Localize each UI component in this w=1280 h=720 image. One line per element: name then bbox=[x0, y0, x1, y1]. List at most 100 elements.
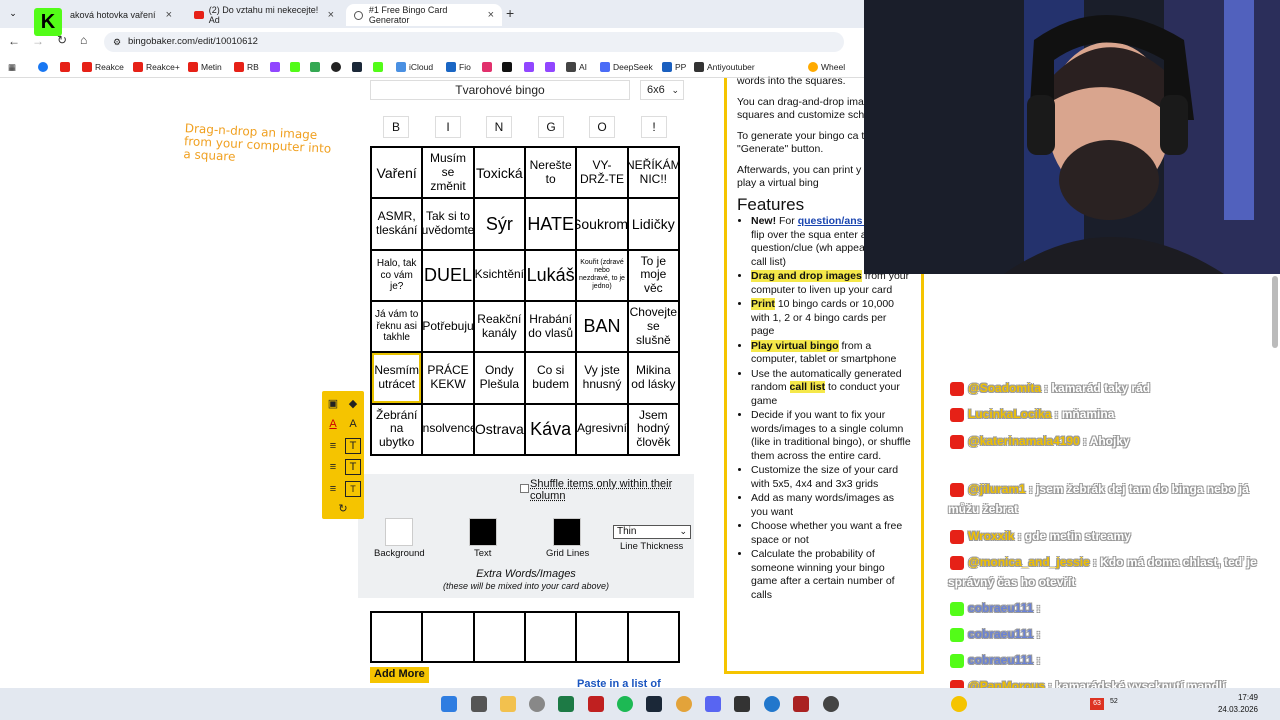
app-icon[interactable] bbox=[529, 696, 545, 712]
bingo-cell[interactable]: Insolvence bbox=[422, 403, 474, 455]
tab-1[interactable]: aková hotovka vaření × bbox=[50, 4, 180, 26]
align-center-icon[interactable]: ≡ bbox=[325, 459, 341, 475]
header-letter-i[interactable]: I bbox=[435, 116, 461, 138]
back-icon[interactable]: ← bbox=[8, 34, 20, 48]
bingo-cell[interactable]: Musím se změnit bbox=[422, 147, 474, 199]
app-icon[interactable] bbox=[471, 696, 487, 712]
close-icon[interactable]: × bbox=[166, 9, 172, 21]
site-info-icon[interactable]: ⚙ bbox=[113, 32, 121, 52]
scrollbar[interactable] bbox=[1272, 276, 1278, 348]
facebook-icon[interactable] bbox=[38, 60, 48, 74]
home-icon[interactable]: ⌂ bbox=[80, 33, 87, 47]
chat-username[interactable]: @jiluram1 bbox=[968, 482, 1026, 496]
bingo-cell[interactable]: Lidičky bbox=[627, 198, 679, 250]
discord-icon[interactable] bbox=[705, 696, 721, 712]
shuffle-checkbox[interactable] bbox=[520, 484, 529, 493]
bingo-cell[interactable]: Já vám to řeknu asi takhle bbox=[371, 300, 423, 353]
app-icon[interactable] bbox=[823, 696, 839, 712]
image-icon[interactable]: ▣ bbox=[325, 395, 341, 411]
tab-3[interactable]: #1 Free Bingo Card Generator × bbox=[346, 4, 502, 26]
text-size-medium-icon[interactable]: T bbox=[345, 459, 361, 475]
bingo-cell[interactable]: Ondy Plešula bbox=[473, 352, 525, 404]
bookmark-antiyoutuber[interactable]: Antiyoutuber bbox=[694, 60, 755, 74]
font-outline-icon[interactable]: A bbox=[345, 416, 361, 432]
extra-cell[interactable] bbox=[371, 612, 423, 662]
instagram-icon[interactable] bbox=[482, 60, 492, 74]
bookmark-deepseek[interactable]: DeepSeek bbox=[600, 60, 653, 74]
extra-cell[interactable] bbox=[422, 612, 474, 662]
tab-2[interactable]: (2) Do vztahu mi nekecejte! Ad × bbox=[186, 4, 342, 26]
align-left-icon[interactable]: ≡ bbox=[325, 438, 341, 454]
bingo-cell[interactable]: PRÁCE KEKW bbox=[422, 352, 474, 404]
bingo-cell[interactable]: Soukromí bbox=[576, 198, 628, 250]
url-field[interactable]: ⚙ bingobaker.com/edit/10010612 bbox=[104, 32, 844, 52]
header-letter-o[interactable]: O bbox=[589, 116, 615, 138]
spotify-icon[interactable] bbox=[617, 696, 633, 712]
chat-username[interactable]: cobraeu111 bbox=[968, 653, 1033, 667]
bingo-cell[interactable]: Nerešte to bbox=[524, 147, 577, 199]
new-tab-icon[interactable]: + bbox=[506, 5, 514, 21]
bookmark-icloud[interactable]: iCloud bbox=[396, 60, 433, 74]
paint-bucket-icon[interactable]: ◆ bbox=[345, 395, 361, 411]
text-size-large-icon[interactable]: T bbox=[345, 438, 361, 454]
app-icon[interactable] bbox=[734, 696, 750, 712]
kick-icon[interactable] bbox=[290, 60, 300, 74]
chat-username[interactable]: LucinkaLocika bbox=[968, 407, 1051, 421]
bookmark-icon[interactable] bbox=[545, 60, 555, 74]
gridlines-color-swatch[interactable] bbox=[553, 518, 581, 546]
close-icon[interactable]: × bbox=[488, 9, 494, 21]
card-title-input[interactable]: Tvarohové bingo bbox=[370, 80, 630, 100]
bingo-cell[interactable]: VY-DRŽ-TE bbox=[576, 147, 628, 199]
header-letter-exclaim[interactable]: ! bbox=[641, 116, 667, 138]
chat-username[interactable]: cobraeu111 bbox=[968, 627, 1033, 641]
bingo-cell[interactable]: Chovejte se slušně bbox=[627, 300, 679, 353]
extra-cell[interactable] bbox=[473, 612, 525, 662]
bookmark-metin[interactable]: Metin bbox=[188, 60, 222, 74]
bingo-cell[interactable]: HATE bbox=[524, 198, 577, 250]
bookmark-pp[interactable]: PP bbox=[662, 60, 686, 74]
bingo-cell[interactable]: Reakční kanály bbox=[473, 300, 525, 353]
bingo-cell[interactable]: Tak si to uvědomte bbox=[422, 198, 474, 250]
bingo-cell[interactable]: Halo, tak co vám je? bbox=[371, 249, 423, 301]
text-size-small-icon[interactable]: T bbox=[345, 481, 361, 497]
bingo-cell[interactable]: Potřebuju bbox=[422, 300, 474, 353]
bingo-cell[interactable]: NEŘÍKÁM NIC!! bbox=[627, 147, 679, 199]
bingo-cell[interactable]: Mikina od lásky bbox=[627, 352, 679, 404]
header-letter-n[interactable]: N bbox=[486, 116, 512, 138]
header-letter-b[interactable]: B bbox=[383, 116, 409, 138]
bingo-cell[interactable]: Káva bbox=[524, 403, 577, 455]
chat-username[interactable]: Wroxxik bbox=[968, 529, 1014, 543]
extra-cell[interactable] bbox=[627, 612, 679, 662]
bookmark-fio[interactable]: Fio bbox=[446, 60, 471, 74]
bingo-cell[interactable]: DUEL bbox=[422, 249, 474, 301]
text-color-swatch[interactable] bbox=[469, 518, 497, 546]
twitch-icon[interactable] bbox=[524, 60, 534, 74]
excel-icon[interactable] bbox=[558, 696, 574, 712]
anchor-icon[interactable] bbox=[331, 60, 341, 74]
bookmark-reakce-plus[interactable]: Reakce+ bbox=[133, 60, 180, 74]
bingo-cell[interactable]: Lukáš bbox=[524, 249, 577, 301]
windows-start-icon[interactable] bbox=[441, 696, 457, 712]
app-icon[interactable] bbox=[588, 696, 604, 712]
twitch-icon[interactable] bbox=[270, 60, 280, 74]
bookmark-ai[interactable]: AI bbox=[566, 60, 587, 74]
close-icon[interactable]: × bbox=[328, 9, 334, 21]
chat-username[interactable]: @monica_and_jessie bbox=[968, 555, 1090, 569]
extra-cell[interactable] bbox=[576, 612, 628, 662]
file-explorer-icon[interactable] bbox=[500, 696, 516, 712]
steam-icon[interactable] bbox=[646, 696, 662, 712]
bookmark-rb[interactable]: RB bbox=[234, 60, 259, 74]
chat-username[interactable]: @katerinamala4190 bbox=[968, 434, 1080, 448]
refresh-icon[interactable]: ↻ bbox=[335, 500, 351, 516]
chat-username[interactable]: @Soadomita bbox=[968, 381, 1041, 395]
tiktok-icon[interactable] bbox=[502, 60, 512, 74]
bingo-cell[interactable]: Ostrava bbox=[473, 403, 525, 455]
bingo-cell[interactable]: Kouřit (zdravé nebo nezdravé, to je jedn… bbox=[576, 249, 628, 301]
emoji-icon[interactable] bbox=[951, 696, 967, 712]
tray-badge[interactable]: 52 bbox=[1110, 698, 1118, 705]
app-icon[interactable] bbox=[793, 696, 809, 712]
line-thickness-select[interactable]: Thin ⌄ bbox=[613, 525, 691, 539]
bingo-cell[interactable]: Agresivní bbox=[576, 403, 628, 455]
bingo-cell[interactable]: To je moje věc bbox=[627, 249, 679, 301]
header-letter-g[interactable]: G bbox=[538, 116, 564, 138]
